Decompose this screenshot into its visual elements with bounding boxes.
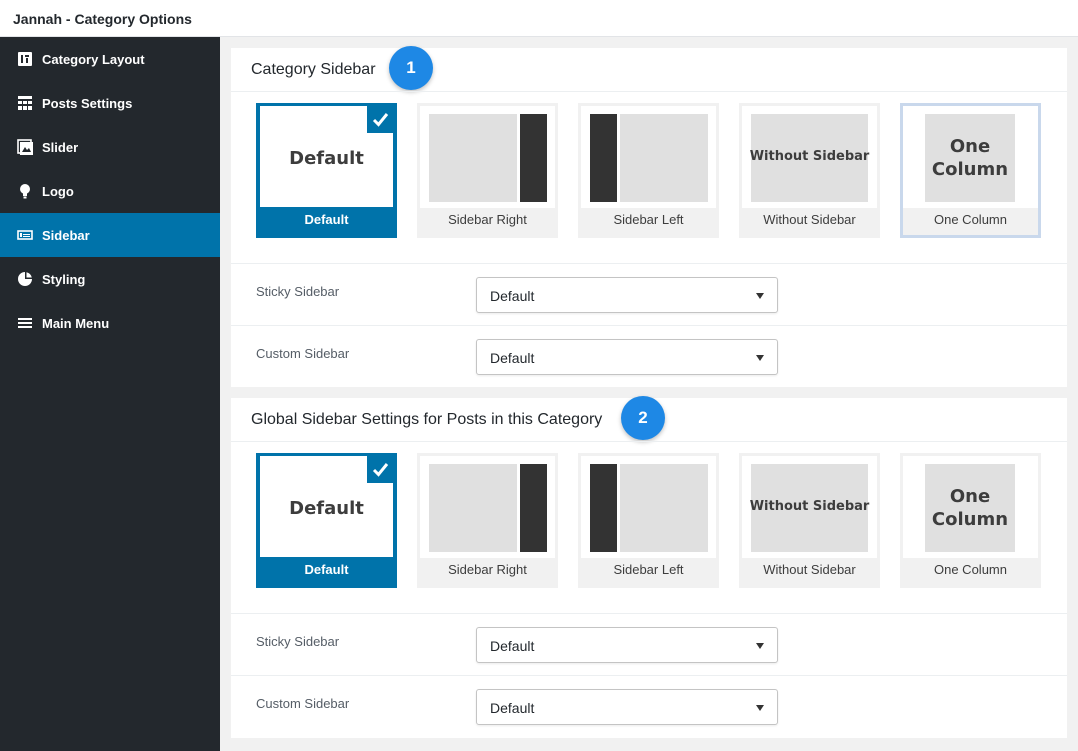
sidebar-item-label: Category Layout xyxy=(42,52,145,67)
option-caption: Sidebar Left xyxy=(613,562,684,577)
sidebar-item-main-menu[interactable]: Main Menu xyxy=(0,301,220,345)
menu-icon xyxy=(18,318,32,328)
option-caption: One Column xyxy=(934,212,1007,227)
global-sidebar-section: Global Sidebar Settings for Posts in thi… xyxy=(231,396,1067,738)
grid-icon xyxy=(18,96,32,110)
option-one-column[interactable]: One Column One Column xyxy=(900,453,1041,588)
sidebar-item-slider[interactable]: Slider xyxy=(0,125,220,169)
category-sidebar-section: Category Sidebar 1 Default Default Sideb… xyxy=(231,46,1067,387)
dropdown-arrow-icon xyxy=(756,705,764,711)
dropdown-arrow-icon xyxy=(756,293,764,299)
dropdown-arrow-icon xyxy=(756,643,764,649)
option-caption: One Column xyxy=(934,562,1007,577)
sidebar-item-label: Main Menu xyxy=(42,316,110,331)
sticky-sidebar-select[interactable]: Default xyxy=(476,627,778,663)
window-title: Jannah - Category Options xyxy=(13,11,192,27)
custom-sidebar-select[interactable]: Default xyxy=(476,689,778,725)
option-thumb-text: Default xyxy=(289,148,364,169)
option-thumb xyxy=(420,456,555,558)
main-content: Category Sidebar 1 Default Default Sideb… xyxy=(220,37,1078,751)
sticky-sidebar-row: Sticky Sidebar Default xyxy=(231,614,1067,675)
step-badge: 1 xyxy=(389,46,433,90)
select-value: Default xyxy=(490,638,535,654)
sidebar-item-label: Sidebar xyxy=(42,228,90,243)
option-caption: Sidebar Left xyxy=(613,212,684,227)
option-thumb: Without Sidebar xyxy=(742,456,877,558)
option-thumb: One Column xyxy=(903,106,1038,208)
palette-icon xyxy=(18,272,32,286)
custom-sidebar-row: Custom Sidebar Default xyxy=(231,676,1067,737)
option-default[interactable]: Default Default xyxy=(256,103,397,238)
sticky-sidebar-row: Sticky Sidebar Default xyxy=(231,264,1067,325)
section-title: Category Sidebar xyxy=(251,61,376,78)
option-sidebar-right[interactable]: Sidebar Right xyxy=(417,103,558,238)
dropdown-arrow-icon xyxy=(756,355,764,361)
option-thumb xyxy=(581,456,716,558)
field-label: Custom Sidebar xyxy=(256,696,350,711)
option-caption: Without Sidebar xyxy=(763,212,856,227)
option-caption: Without Sidebar xyxy=(763,562,856,577)
sidebar-item-styling[interactable]: Styling xyxy=(0,257,220,301)
lightbulb-icon xyxy=(20,184,30,199)
sidebar-item-label: Styling xyxy=(42,272,86,287)
field-label: Sticky Sidebar xyxy=(256,634,340,649)
sidebar-icon xyxy=(17,230,33,240)
select-value: Default xyxy=(490,350,535,366)
sidebar-item-label: Posts Settings xyxy=(42,96,133,111)
option-thumb-text: Without Sidebar xyxy=(749,499,870,514)
sidebar-item-category-layout[interactable]: Category Layout xyxy=(0,37,220,81)
option-thumb-text: One Column xyxy=(931,486,1009,530)
select-value: Default xyxy=(490,288,535,304)
custom-sidebar-select[interactable]: Default xyxy=(476,339,778,375)
option-sidebar-left[interactable]: Sidebar Left xyxy=(578,453,719,588)
option-caption: Sidebar Right xyxy=(448,562,527,577)
images-icon xyxy=(17,139,33,155)
option-thumb-text: One Column xyxy=(931,136,1009,180)
sidebar-item-label: Logo xyxy=(42,184,74,199)
option-sidebar-left[interactable]: Sidebar Left xyxy=(578,103,719,238)
option-thumb-text: Default xyxy=(289,498,364,519)
option-thumb: One Column xyxy=(903,456,1038,558)
layout-icon xyxy=(18,52,32,66)
section-title: Global Sidebar Settings for Posts in thi… xyxy=(251,411,603,428)
sidebar-item-logo[interactable]: Logo xyxy=(0,169,220,213)
option-sidebar-right[interactable]: Sidebar Right xyxy=(417,453,558,588)
custom-sidebar-row: Custom Sidebar Default xyxy=(231,326,1067,387)
option-caption: Default xyxy=(304,562,349,577)
divider xyxy=(231,441,1067,442)
field-label: Custom Sidebar xyxy=(256,346,350,361)
option-caption: Sidebar Right xyxy=(448,212,527,227)
option-thumb xyxy=(581,106,716,208)
sidebar-item-label: Slider xyxy=(42,140,79,155)
field-label: Sticky Sidebar xyxy=(256,284,340,299)
step-badge: 2 xyxy=(621,396,665,440)
option-one-column[interactable]: One Column One Column xyxy=(900,103,1041,238)
sidebar-nav: Category Layout Posts Settings Slider Lo… xyxy=(0,37,220,751)
option-thumb-text: Without Sidebar xyxy=(749,149,870,164)
divider xyxy=(231,91,1067,92)
select-value: Default xyxy=(490,700,535,716)
checkmark-icon xyxy=(367,456,394,483)
option-without-sidebar[interactable]: Without Sidebar Without Sidebar xyxy=(739,103,880,238)
sidebar-item-posts-settings[interactable]: Posts Settings xyxy=(0,81,220,125)
option-without-sidebar[interactable]: Without Sidebar Without Sidebar xyxy=(739,453,880,588)
option-default[interactable]: Default Default xyxy=(256,453,397,588)
option-thumb: Without Sidebar xyxy=(742,106,877,208)
sticky-sidebar-select[interactable]: Default xyxy=(476,277,778,313)
sidebar-item-sidebar[interactable]: Sidebar xyxy=(0,213,220,257)
title-bar: Jannah - Category Options xyxy=(0,0,1078,37)
option-thumb xyxy=(420,106,555,208)
option-caption: Default xyxy=(304,212,349,227)
checkmark-icon xyxy=(367,106,394,133)
